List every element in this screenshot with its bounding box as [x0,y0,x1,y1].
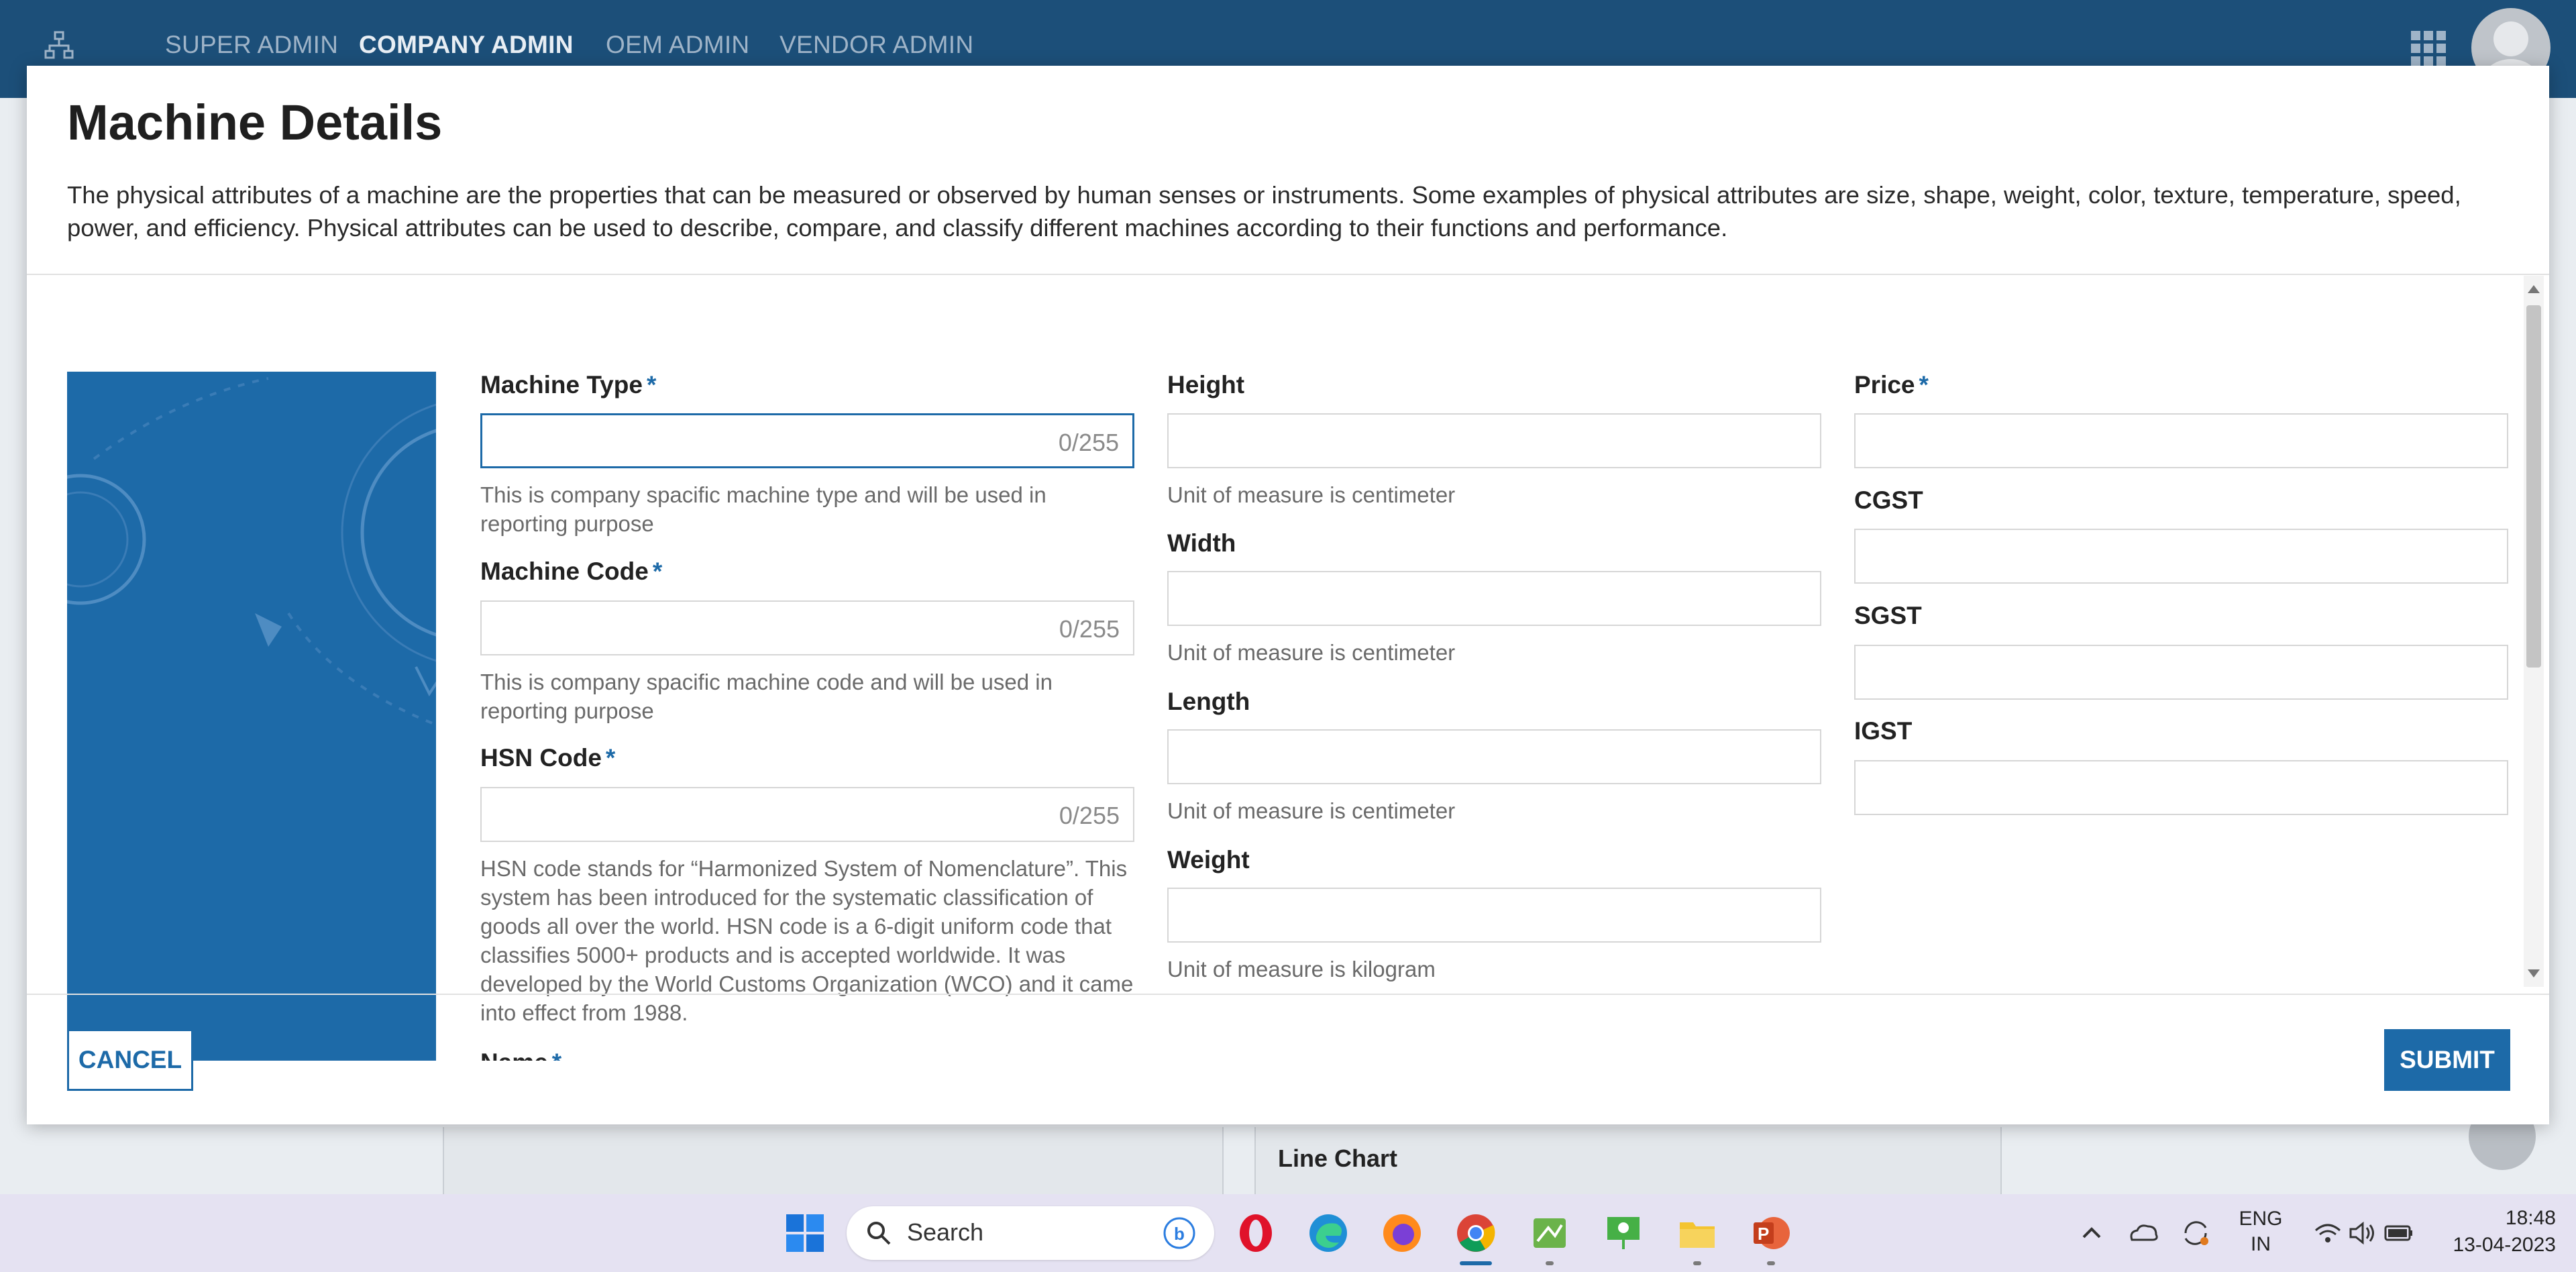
search-placeholder: Search [907,1218,984,1246]
igst-label: IGST [1854,717,1913,745]
edge-icon[interactable] [1307,1212,1350,1255]
file-explorer-icon[interactable] [1676,1212,1719,1255]
opera-icon[interactable] [1234,1212,1277,1255]
machine-type-help: This is company spacific machine type an… [480,482,1046,536]
scrollbar-thumb[interactable] [2526,305,2541,668]
apps-grid-icon[interactable] [2410,30,2447,67]
decorative-illustration [67,372,436,1061]
hsn-code-input[interactable]: 0/255 [480,787,1134,842]
sync-icon[interactable] [2179,1212,2212,1255]
width-label: Width [1167,529,1236,557]
machine-code-label: Machine Code * [480,558,663,585]
machine-code-input[interactable]: 0/255 [480,600,1134,655]
wifi-icon[interactable] [2313,1212,2343,1255]
clock[interactable]: 18:48 13-04-2023 [2435,1205,2556,1259]
battery-icon[interactable] [2383,1212,2415,1255]
width-input[interactable] [1167,571,1821,626]
background-panel-left [443,1127,1224,1194]
weight-label: Weight [1167,846,1250,873]
weight-help: Unit of measure is kilogram [1167,957,1436,982]
sgst-label: SGST [1854,602,1922,629]
powerpoint-icon[interactable]: P [1750,1212,1792,1255]
form-body: Machine Type * 0/255 This is company spac… [27,276,2549,1061]
taskbar: Search b P ENG IN 18:48 13-04-2023 [0,1194,2576,1272]
submit-button[interactable]: SUBMIT [2384,1029,2510,1091]
cgst-input[interactable] [1854,529,2508,584]
nav-vendor-admin[interactable]: VENDOR ADMIN [780,31,973,59]
cgst-label: CGST [1854,486,1923,514]
machine-details-dialog: Machine Details The physical attributes … [27,66,2549,1124]
clock-date: 13-04-2023 [2453,1234,2556,1256]
form-scrollbar[interactable] [2524,276,2544,987]
header-divider [27,274,2549,275]
nav-company-admin[interactable]: COMPANY ADMIN [359,31,574,59]
firefox-icon[interactable] [1381,1212,1424,1255]
hsn-code-counter: 0/255 [1059,802,1120,829]
length-label: Length [1167,688,1250,715]
machine-type-input[interactable]: 0/255 [480,413,1134,468]
dialog-description: The physical attributes of a machine are… [67,181,2461,242]
volume-icon[interactable] [2348,1212,2377,1255]
scroll-down-icon[interactable] [2528,969,2540,977]
machine-type-label: Machine Type * [480,371,657,399]
igst-input[interactable] [1854,760,2508,815]
height-input[interactable] [1167,413,1821,468]
sgst-input[interactable] [1854,645,2508,700]
language-indicator[interactable]: ENG IN [2234,1206,2288,1257]
chrome-icon[interactable] [1454,1212,1497,1255]
width-help: Unit of measure is centimeter [1167,640,1456,665]
bing-icon[interactable]: b [1162,1216,1197,1251]
length-input[interactable] [1167,729,1821,784]
length-help: Unit of measure is centimeter [1167,798,1456,823]
search-icon [867,1222,891,1245]
paint-icon[interactable] [1528,1212,1571,1255]
chevron-up-icon[interactable] [2080,1212,2104,1255]
hsn-code-help: HSN code stands for “Harmonized System o… [480,856,1134,1025]
name-label: Name* [480,1049,561,1061]
nav-super-admin[interactable]: SUPER ADMIN [165,31,338,59]
height-label: Height [1167,371,1245,399]
paint-running-indicator [1546,1261,1554,1265]
footer-divider [27,994,2549,995]
start-icon[interactable] [784,1212,826,1255]
onedrive-icon[interactable] [2127,1212,2160,1255]
price-input[interactable] [1854,413,2508,468]
chrome-active-indicator [1460,1261,1492,1265]
hsn-code-label: HSN Code * [480,744,616,772]
machine-code-counter: 0/255 [1059,615,1120,643]
taskbar-search-box[interactable]: Search b [847,1206,1214,1260]
weight-input[interactable] [1167,888,1821,943]
height-help: Unit of measure is centimeter [1167,482,1456,507]
org-chart-icon[interactable] [43,30,75,62]
explorer-running-indicator [1693,1261,1701,1265]
nav-oem-admin[interactable]: OEM ADMIN [606,31,749,59]
price-label: Price * [1854,371,1929,399]
line-chart-heading: Line Chart [1278,1145,1398,1172]
presentation-icon[interactable] [1602,1212,1645,1255]
scroll-up-icon[interactable] [2528,285,2540,293]
machine-type-counter: 0/255 [1058,429,1119,456]
dialog-title: Machine Details [67,95,443,150]
powerpoint-running-indicator [1767,1261,1775,1265]
machine-code-help: This is company spacific machine code an… [480,670,1053,723]
svg-text:b: b [1174,1224,1185,1244]
cancel-button[interactable]: CANCEL [67,1029,193,1091]
clock-time: 18:48 [2505,1207,2556,1229]
svg-text:P: P [1758,1224,1769,1244]
